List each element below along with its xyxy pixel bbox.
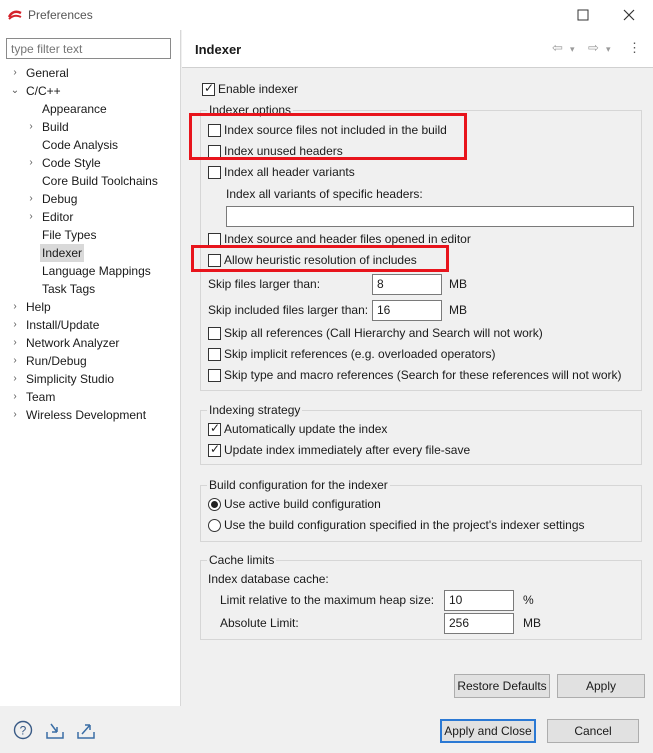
tree-item-label: Appearance <box>42 102 107 116</box>
expand-chevron-icon[interactable]: › <box>10 298 20 316</box>
skip-files-label: Skip files larger than: <box>208 277 321 291</box>
expand-chevron-icon[interactable]: › <box>26 118 36 136</box>
tree-item-label: Run/Debug <box>26 354 87 368</box>
tree-item-label: Build <box>42 120 69 134</box>
tree-item-label: Wireless Development <box>26 408 147 422</box>
highlight-box <box>191 245 449 272</box>
use-specified-config-label: Use the build configuration specified in… <box>224 518 585 532</box>
expand-chevron-icon[interactable]: › <box>26 154 36 172</box>
skip-included-size-input[interactable]: 16 <box>372 300 442 321</box>
tree-item-label: General <box>26 66 69 80</box>
page-header: Indexer ⇦ ▾ ⇨ ▾ ⋮ <box>182 30 653 68</box>
indexing-strategy-title: Indexing strategy <box>207 403 303 418</box>
tree-item-label: C/C++ <box>26 84 61 98</box>
dialog-footer: ? Apply and Close Cancel <box>0 706 653 753</box>
update-on-save-checkbox[interactable] <box>208 442 221 457</box>
absolute-limit-input[interactable]: 256 <box>444 613 514 634</box>
tree-item-label: File Types <box>42 228 97 242</box>
expand-chevron-icon[interactable]: › <box>10 316 20 334</box>
skip-implicit-refs-checkbox[interactable] <box>208 348 221 361</box>
forward-menu-chevron-icon[interactable]: ▾ <box>606 44 611 55</box>
forward-arrow-icon[interactable]: ⇨ <box>588 40 599 56</box>
expand-chevron-icon[interactable]: › <box>10 334 20 352</box>
preference-page: Indexer ⇦ ▾ ⇨ ▾ ⋮ Enable indexer Indexer… <box>182 30 653 706</box>
skip-all-refs-checkbox[interactable] <box>208 327 221 340</box>
tree-item-label: Indexer <box>40 244 85 262</box>
enable-indexer-label: Enable indexer <box>218 82 299 96</box>
cancel-button[interactable]: Cancel <box>547 719 639 743</box>
maximize-icon <box>577 9 589 21</box>
enable-indexer-checkbox[interactable] <box>202 81 215 96</box>
tree-item-label: Core Build Toolchains <box>42 174 158 188</box>
maximize-button[interactable] <box>570 4 596 26</box>
skip-implicit-refs-label: Skip implicit references (e.g. overloade… <box>224 347 496 361</box>
skip-all-refs-label: Skip all references (Call Hierarchy and … <box>224 326 543 340</box>
skip-type-macro-refs-label: Skip type and macro references (Search f… <box>224 368 622 382</box>
tree-item-label: Debug <box>42 192 78 206</box>
auto-update-checkbox[interactable] <box>208 421 221 436</box>
tree-item-label: Network Analyzer <box>26 336 120 350</box>
skip-type-macro-refs-checkbox[interactable] <box>208 369 221 382</box>
import-icon[interactable] <box>45 720 65 740</box>
expand-chevron-icon[interactable]: › <box>10 388 20 406</box>
back-menu-chevron-icon[interactable]: ▾ <box>570 44 575 55</box>
expand-chevron-icon[interactable]: › <box>10 370 20 388</box>
tree-item-label: Task Tags <box>42 282 96 296</box>
window-title: Preferences <box>28 8 93 22</box>
use-active-config-label: Use active build configuration <box>224 497 381 511</box>
index-all-header-variants-label: Index all header variants <box>224 165 355 179</box>
close-button[interactable] <box>616 4 642 26</box>
build-config-title: Build configuration for the indexer <box>207 478 390 493</box>
use-specified-config-radio[interactable] <box>208 519 221 532</box>
filter-input[interactable] <box>6 38 171 59</box>
help-icon[interactable]: ? <box>13 720 33 740</box>
tree-item-label: Language Mappings <box>42 264 151 278</box>
skip-included-unit: MB <box>449 303 467 317</box>
expand-chevron-icon[interactable]: › <box>10 406 20 424</box>
back-arrow-icon[interactable]: ⇦ <box>552 40 563 56</box>
tree-item-label: Team <box>26 390 56 404</box>
highlight-box <box>189 113 467 160</box>
build-config-group <box>200 485 642 542</box>
close-icon <box>623 9 635 21</box>
absolute-limit-unit: MB <box>523 616 541 630</box>
skip-files-size-input[interactable]: 8 <box>372 274 442 295</box>
restore-defaults-button[interactable]: Restore Defaults <box>454 674 550 698</box>
variants-specific-headers-label: Index all variants of specific headers: <box>226 187 423 201</box>
skip-included-label: Skip included files larger than: <box>208 303 369 317</box>
collapse-chevron-icon[interactable]: ⌄ <box>10 82 20 100</box>
export-icon[interactable] <box>76 720 96 740</box>
absolute-limit-label: Absolute Limit: <box>220 616 299 630</box>
preferences-sidebar: › General ⌄ C/C++ Appearance › Build Code A… <box>0 30 181 706</box>
expand-chevron-icon[interactable]: › <box>10 352 20 370</box>
tree-item-label: Code Analysis <box>42 138 119 152</box>
relative-limit-label: Limit relative to the maximum heap size: <box>220 593 435 607</box>
view-menu-icon[interactable]: ⋮ <box>628 40 641 56</box>
apply-and-close-button[interactable]: Apply and Close <box>440 719 536 743</box>
tree-item-label: Editor <box>42 210 74 224</box>
tree-item-label: Help <box>26 300 51 314</box>
index-all-header-variants-checkbox[interactable] <box>208 166 221 179</box>
cache-limits-title: Cache limits <box>207 553 277 568</box>
auto-update-label: Automatically update the index <box>224 422 388 436</box>
update-on-save-label: Update index immediately after every fil… <box>224 443 471 457</box>
expand-chevron-icon[interactable]: › <box>10 64 20 82</box>
expand-chevron-icon[interactable]: › <box>26 208 36 226</box>
page-title: Indexer <box>195 42 242 57</box>
svg-text:?: ? <box>20 724 27 738</box>
expand-chevron-icon[interactable]: › <box>26 190 36 208</box>
app-logo-icon <box>8 10 22 20</box>
tree-item-label: Install/Update <box>26 318 100 332</box>
use-active-config-radio[interactable] <box>208 498 221 511</box>
relative-limit-unit: % <box>523 593 534 607</box>
tree-item-label: Code Style <box>42 156 101 170</box>
title-bar: Preferences <box>0 0 653 30</box>
tree-item-label: Simplicity Studio <box>26 372 115 386</box>
variants-specific-headers-input[interactable] <box>226 206 634 227</box>
relative-limit-input[interactable]: 10 <box>444 590 514 611</box>
db-cache-label: Index database cache: <box>208 572 329 586</box>
skip-files-unit: MB <box>449 277 467 291</box>
apply-button[interactable]: Apply <box>557 674 645 698</box>
